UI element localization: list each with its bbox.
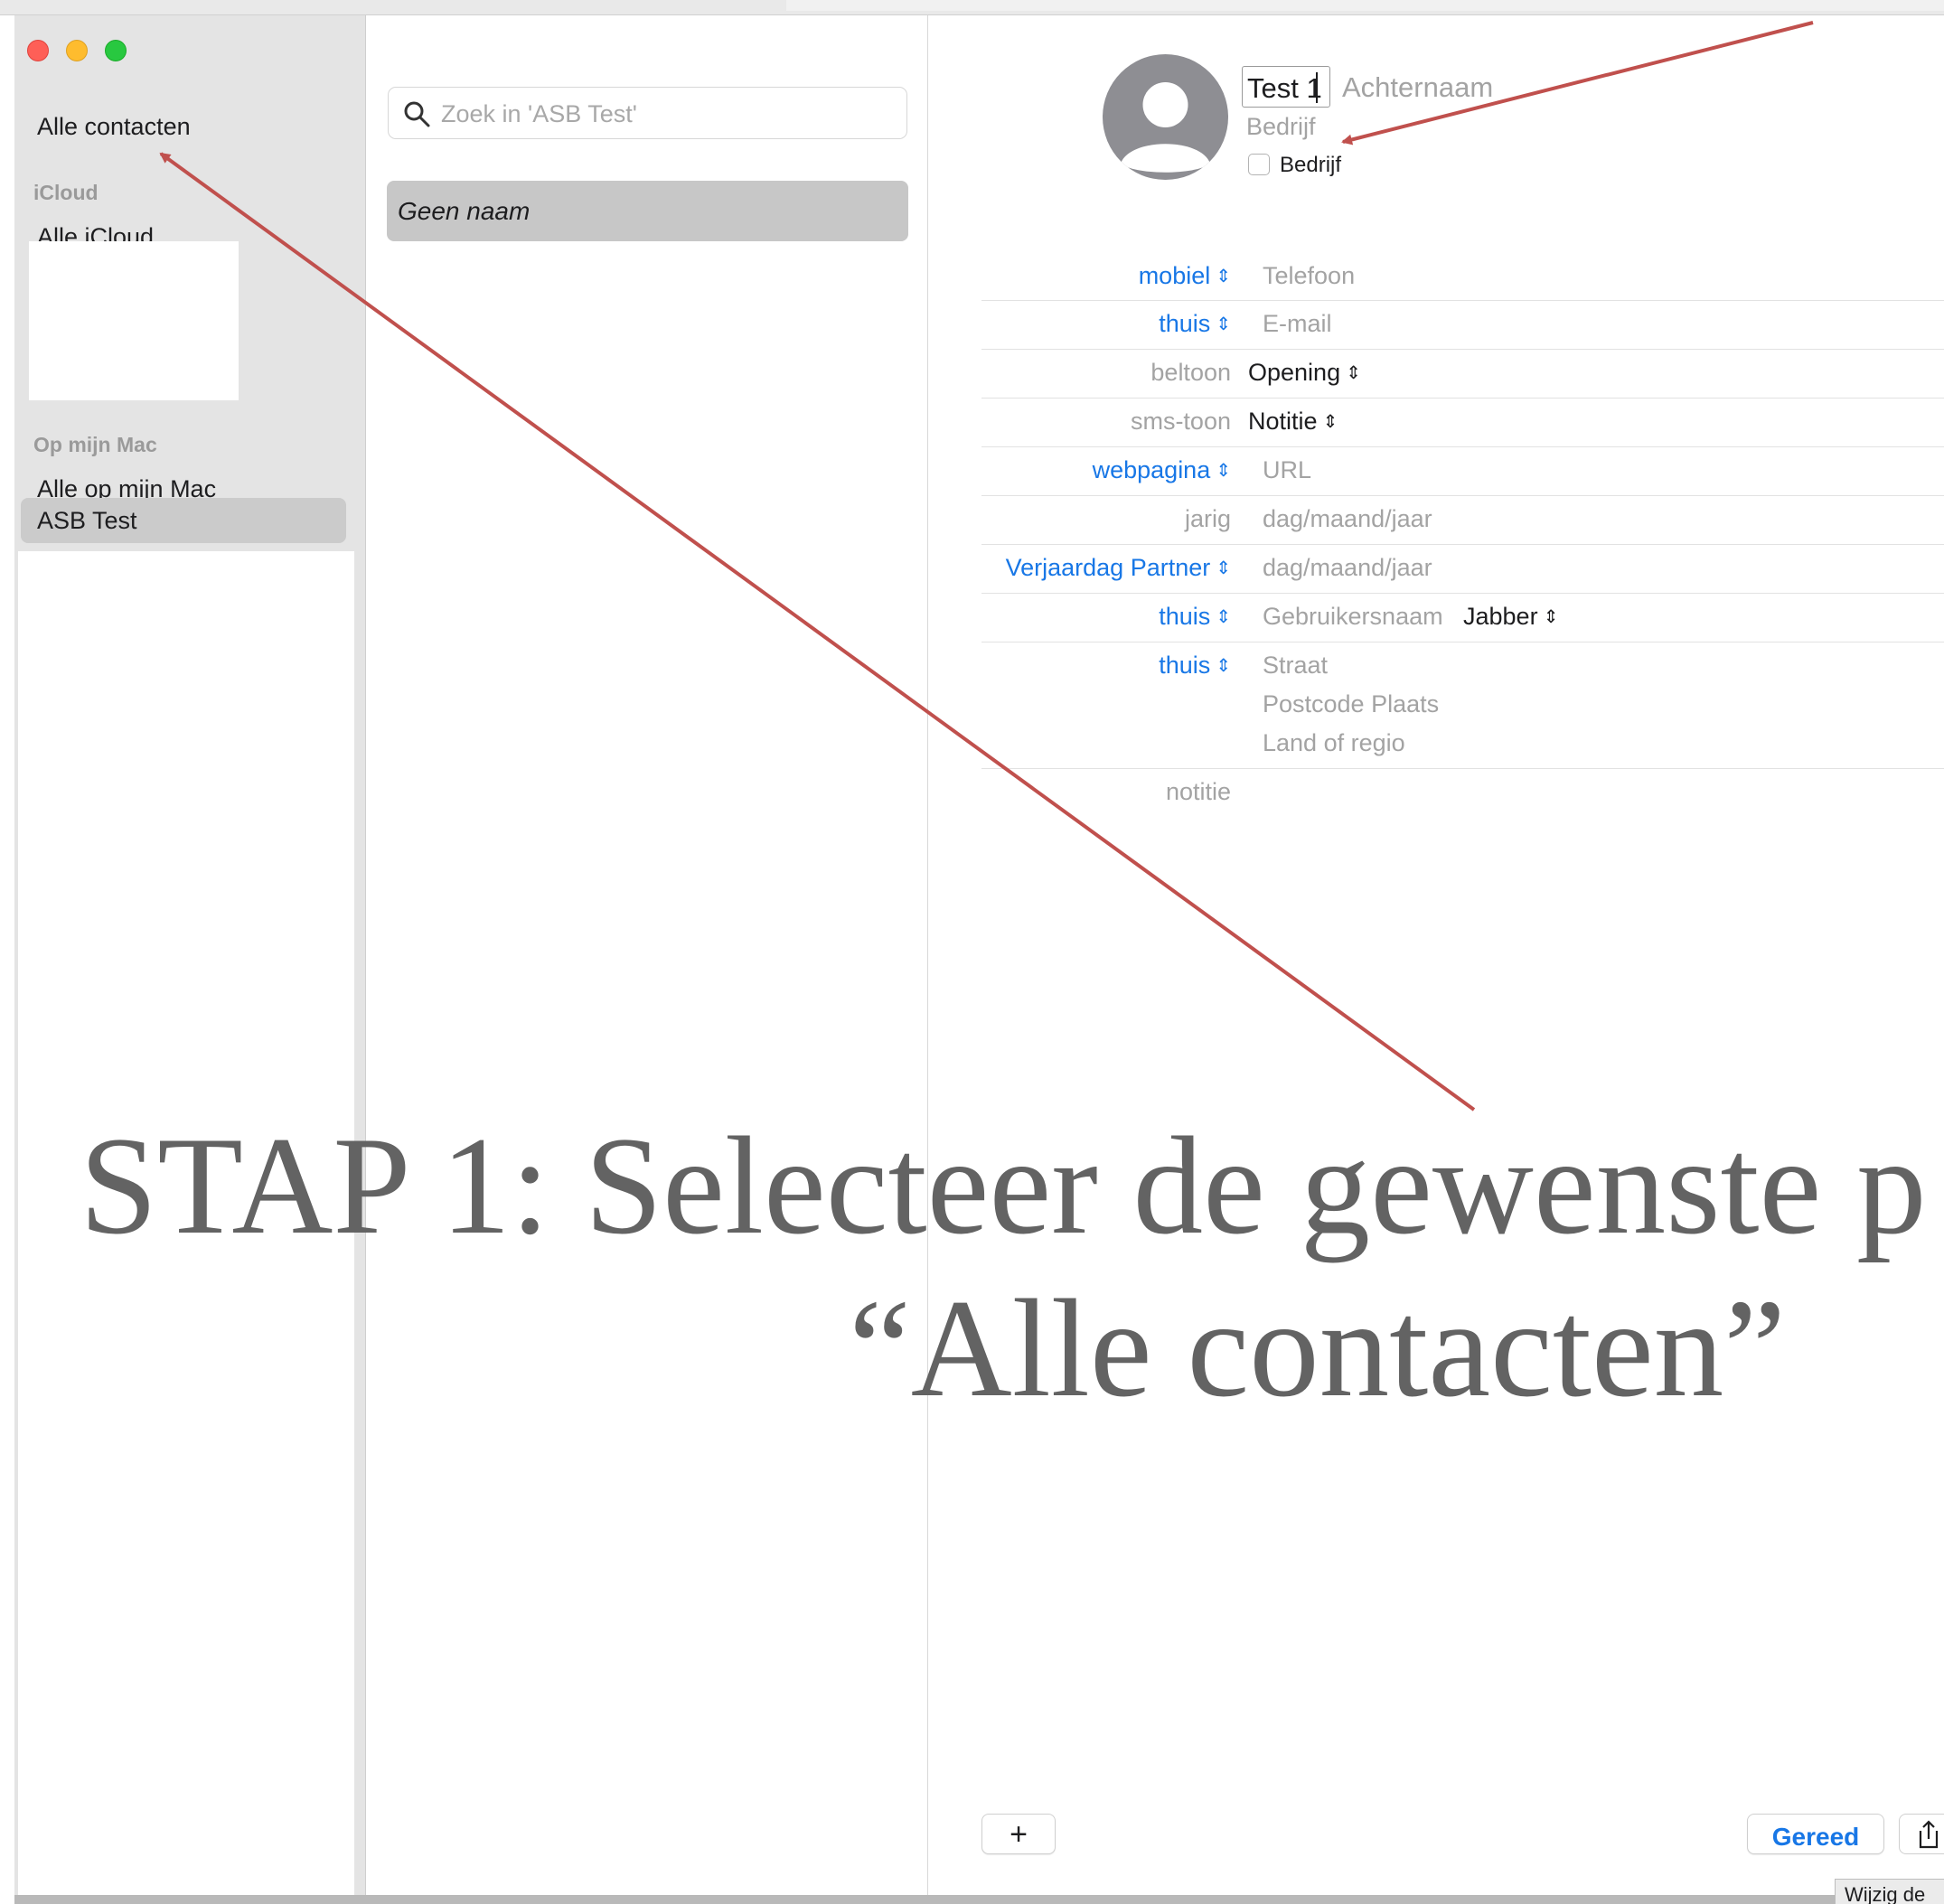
search-icon [404, 101, 430, 127]
postcode-city-field[interactable]: Postcode Plaats [1263, 690, 1439, 718]
field-row-ringtone: beltoon Opening ⇕ [981, 350, 1944, 399]
url-field[interactable]: URL [1263, 456, 1311, 484]
updown-chevron-icon: ⇕ [1216, 314, 1231, 334]
contact-detail-pane: Test 1 Achternaam Bedrijf Bedrijf mobiel… [929, 15, 1944, 1898]
field-row-url: webpagina ⇕ URL [981, 447, 1944, 496]
partner-birthday-field[interactable]: dag/maand/jaar [1263, 554, 1432, 582]
field-row-birthday: jarig dag/maand/jaar [981, 496, 1944, 545]
person-icon [1121, 82, 1210, 173]
field-row-partner-birthday: Verjaardag Partner ⇕ dag/maand/jaar [981, 545, 1944, 594]
im-username-field[interactable]: Gebruikersnaam [1263, 603, 1443, 631]
updown-chevron-icon: ⇕ [1216, 558, 1231, 578]
phone-field[interactable]: Telefoon [1263, 262, 1355, 290]
contact-list-column: Zoek in 'ASB Test' Geen naam [367, 15, 928, 1898]
minimize-window-button[interactable] [66, 40, 88, 61]
birthday-label: jarig [1184, 505, 1231, 532]
window-bottom-edge [14, 1895, 1835, 1904]
birthday-field[interactable]: dag/maand/jaar [1263, 505, 1432, 533]
share-button[interactable] [1899, 1814, 1944, 1854]
field-row-instant-message: thuis ⇕ Gebruikersnaam Jabber ⇕ [981, 594, 1944, 642]
instruction-caption-line-1: STAP 1: Selecteer de gewenste p [80, 1108, 1927, 1263]
phone-label-popup[interactable]: mobiel ⇕ [1139, 262, 1231, 290]
sidebar-section-icloud: iCloud [33, 181, 99, 204]
updown-chevron-icon: ⇕ [1322, 412, 1338, 432]
sidebar: Alle contacten iCloud Alle iCloud Op mij… [14, 15, 366, 1898]
tooltip: Wijzig de [1835, 1879, 1944, 1904]
ringtone-label: beltoon [1150, 359, 1231, 386]
field-row-note: notitie [981, 769, 1944, 823]
share-icon [1919, 1820, 1939, 1849]
sidebar-item-all-contacts[interactable]: Alle contacten [37, 113, 191, 141]
texttone-popup[interactable]: Notitie ⇕ [1248, 408, 1338, 436]
add-field-button[interactable]: + [981, 1814, 1056, 1854]
partner-birthday-label-popup[interactable]: Verjaardag Partner ⇕ [1006, 554, 1231, 582]
note-field[interactable] [1263, 778, 1895, 814]
contacts-window: Alle contacten iCloud Alle iCloud Op mij… [14, 15, 1944, 1904]
street-field[interactable]: Straat [1263, 652, 1328, 680]
im-label-popup[interactable]: thuis ⇕ [1159, 603, 1231, 631]
first-name-field[interactable]: Test 1 [1242, 66, 1330, 108]
first-name-value: Test 1 [1247, 72, 1322, 104]
updown-chevron-icon: ⇕ [1346, 363, 1361, 383]
address-label-popup[interactable]: thuis ⇕ [1159, 652, 1231, 680]
contact-row-selected[interactable]: Geen naam [387, 181, 908, 241]
avatar[interactable] [1103, 54, 1228, 180]
field-row-phone: mobiel ⇕ Telefoon [981, 254, 1944, 301]
company-checkbox-label: Bedrijf [1280, 153, 1342, 177]
done-button[interactable]: Gereed [1747, 1814, 1884, 1854]
background-window-strip [0, 0, 1944, 15]
field-row-email: thuis ⇕ E-mail [981, 301, 1944, 350]
sidebar-section-on-my-mac: Op mijn Mac [33, 433, 157, 456]
zoom-window-button[interactable] [105, 40, 127, 61]
search-placeholder: Zoek in 'ASB Test' [441, 100, 637, 127]
updown-chevron-icon: ⇕ [1216, 607, 1231, 627]
ringtone-popup[interactable]: Opening ⇕ [1248, 359, 1361, 387]
company-field[interactable]: Bedrijf [1246, 113, 1316, 141]
im-service-popup[interactable]: Jabber ⇕ [1463, 603, 1558, 631]
company-checkbox[interactable] [1248, 154, 1270, 175]
instruction-caption-line-2: “Alle contacten” [849, 1271, 1787, 1426]
updown-chevron-icon: ⇕ [1216, 656, 1231, 676]
sidebar-item-label: ASB Test [37, 507, 137, 534]
sidebar-item-asb-test[interactable]: ASB Test [21, 498, 346, 543]
note-label: notitie [1165, 778, 1231, 805]
texttone-label: sms-toon [1130, 408, 1231, 435]
field-row-texttone: sms-toon Notitie ⇕ [981, 399, 1944, 447]
text-cursor [1316, 72, 1318, 103]
sidebar-blank-area [29, 241, 239, 400]
updown-chevron-icon: ⇕ [1216, 267, 1231, 286]
contact-row-label: Geen naam [398, 197, 531, 225]
updown-chevron-icon: ⇕ [1543, 607, 1559, 627]
field-row-address: thuis ⇕ Straat Postcode Plaats Land of re… [981, 642, 1944, 769]
updown-chevron-icon: ⇕ [1216, 461, 1231, 481]
last-name-field[interactable]: Achternaam [1342, 71, 1493, 104]
email-label-popup[interactable]: thuis ⇕ [1159, 310, 1231, 338]
close-window-button[interactable] [27, 40, 49, 61]
country-field[interactable]: Land of regio [1263, 729, 1405, 757]
url-label-popup[interactable]: webpagina ⇕ [1093, 456, 1231, 484]
email-field[interactable]: E-mail [1263, 310, 1332, 338]
search-field[interactable]: Zoek in 'ASB Test' [388, 87, 907, 139]
